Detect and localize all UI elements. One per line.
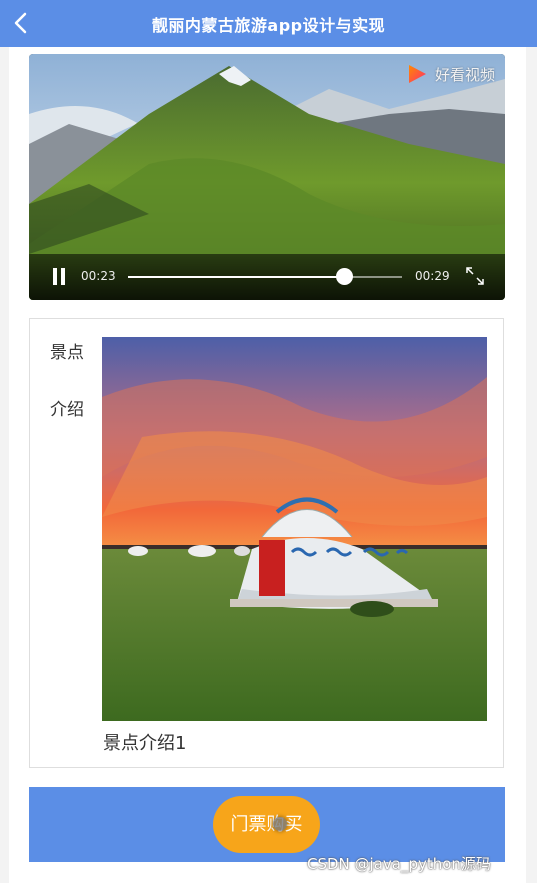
app-header: 靓丽内蒙古旅游app设计与实现 (0, 0, 537, 47)
pause-icon (53, 268, 57, 285)
video-watermark: 好看视频 (405, 62, 495, 86)
progress-fill (128, 276, 345, 278)
bottom-action-bar: 门票购买 (29, 787, 505, 862)
watermark-text: 好看视频 (434, 65, 495, 84)
side-label-line1: 景点 (50, 343, 84, 363)
source-credit-watermark: CSDN @java_python源码 (307, 855, 491, 873)
current-time: 00:23 (81, 269, 116, 283)
video-player[interactable]: 好看视频 00:23 00:29 (29, 54, 505, 300)
pause-button[interactable] (51, 268, 67, 285)
fullscreen-button[interactable] (465, 266, 485, 286)
side-label-line2: 介绍 (50, 400, 84, 420)
video-controls: 00:23 00:29 (29, 254, 505, 300)
haokan-logo-icon (408, 65, 426, 83)
page-title: 靓丽内蒙古旅游app设计与实现 (151, 16, 386, 35)
progress-handle[interactable] (336, 268, 354, 285)
touch-cursor-icon (273, 817, 287, 831)
attraction-photo-yurt[interactable] (102, 337, 487, 721)
attraction-intro-card: 景点 介绍 景点介绍1 (29, 318, 504, 768)
total-time: 00:29 (415, 269, 450, 283)
fullscreen-icon (466, 267, 484, 285)
buy-ticket-button[interactable]: 门票购买 (213, 796, 320, 853)
attraction-caption: 景点介绍1 (103, 733, 187, 754)
yurt-sunset-image (102, 337, 487, 721)
progress-track[interactable] (128, 268, 402, 285)
